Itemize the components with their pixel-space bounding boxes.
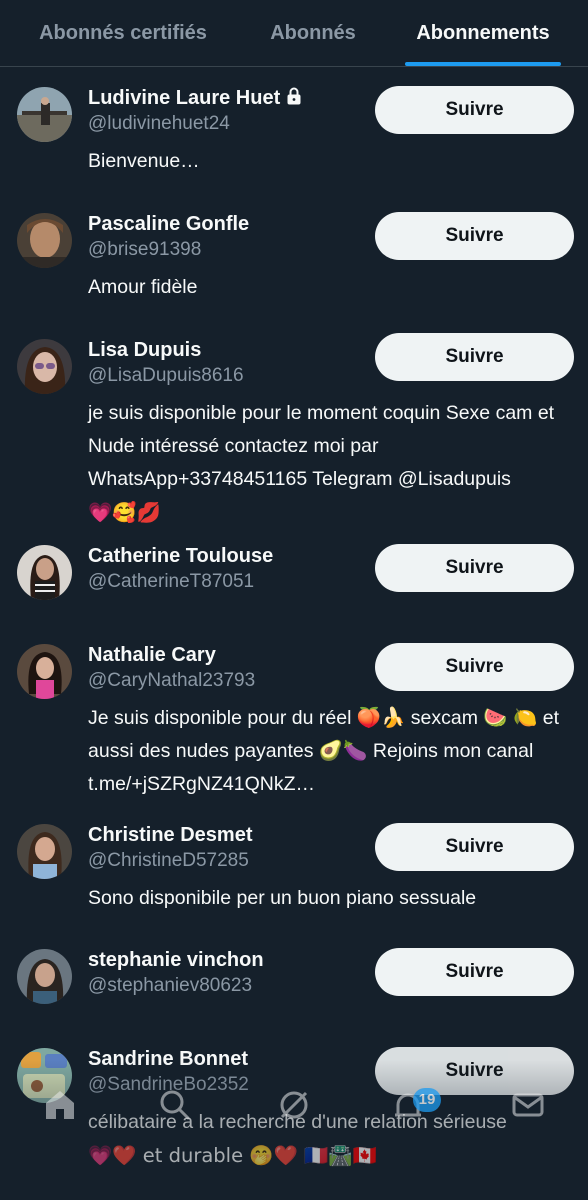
user-handle[interactable]: @ludivinehuet24 [88, 113, 230, 135]
user-handle[interactable]: @brise91398 [88, 239, 201, 261]
grok-icon[interactable] [274, 1085, 314, 1125]
user-handle[interactable]: @ChristineD57285 [88, 850, 249, 872]
tab-following[interactable]: Abonnements [400, 0, 566, 66]
user-bio: Bienvenue… [88, 150, 200, 172]
bottom-nav [0, 1085, 588, 1145]
follow-button[interactable]: Suivre [375, 333, 574, 381]
user-name[interactable]: Catherine Toulouse [88, 545, 273, 568]
user-name[interactable]: Lisa Dupuis [88, 339, 201, 362]
user-bio-emoji: 💗❤️ et durable 🤭❤️ 🇫🇷🛣️🇨🇦 [88, 1144, 377, 1167]
user-handle[interactable]: @stephaniev80623 [88, 975, 252, 997]
user-bio: Je suis disponible pour du réel 🍑🍌 sexca… [88, 707, 560, 795]
tab-bar: Abonnés certifiés Abonnés Abonnements [0, 0, 588, 67]
follow-button[interactable]: Suivre [375, 948, 574, 996]
tab-following-label: Abonnements [416, 22, 550, 44]
user-name[interactable]: stephanie vinchon [88, 949, 264, 972]
user-name[interactable]: Ludivine Laure Huet [88, 87, 302, 111]
user-bio: Sono disponibile per un buon piano sessu… [88, 887, 477, 909]
home-icon[interactable] [40, 1085, 80, 1125]
avatar[interactable] [17, 949, 72, 1004]
avatar[interactable] [17, 339, 72, 394]
user-handle[interactable]: @LisaDupuis8616 [88, 365, 244, 387]
avatar[interactable] [17, 213, 72, 268]
follow-button[interactable]: Suivre [375, 823, 574, 871]
user-name[interactable]: Christine Desmet [88, 824, 253, 847]
user-handle[interactable]: @CaryNathal23793 [88, 670, 255, 692]
follow-button[interactable]: Suivre [375, 86, 574, 134]
avatar[interactable] [17, 824, 72, 879]
user-name[interactable]: Pascaline Gonfle [88, 213, 249, 236]
user-bio-text: je suis disponible pour le moment coquin… [88, 402, 555, 490]
user-name-text: Ludivine Laure Huet [88, 87, 281, 109]
user-name[interactable]: Sandrine Bonnet [88, 1048, 248, 1071]
avatar[interactable] [17, 644, 72, 699]
user-handle[interactable]: @CatherineT87051 [88, 571, 254, 593]
user-bio-emoji: 💗🥰💋 [88, 501, 161, 524]
tab-followers[interactable]: Abonnés [248, 0, 378, 66]
user-name[interactable]: Nathalie Cary [88, 644, 216, 667]
follow-button[interactable]: Suivre [375, 643, 574, 691]
avatar[interactable] [17, 87, 72, 142]
lock-icon [286, 87, 302, 111]
avatar[interactable] [17, 545, 72, 600]
active-tab-indicator [405, 62, 561, 66]
messages-icon[interactable] [508, 1085, 548, 1125]
notifications-badge: 19 [413, 1088, 441, 1112]
user-bio: Amour fidèle [88, 276, 198, 298]
follow-button[interactable]: Suivre [375, 544, 574, 592]
follow-button[interactable]: Suivre [375, 212, 574, 260]
user-bio: je suis disponible pour le moment coquin… [88, 397, 568, 530]
search-icon[interactable] [155, 1085, 195, 1125]
tab-verified-followers[interactable]: Abonnés certifiés [18, 0, 228, 66]
